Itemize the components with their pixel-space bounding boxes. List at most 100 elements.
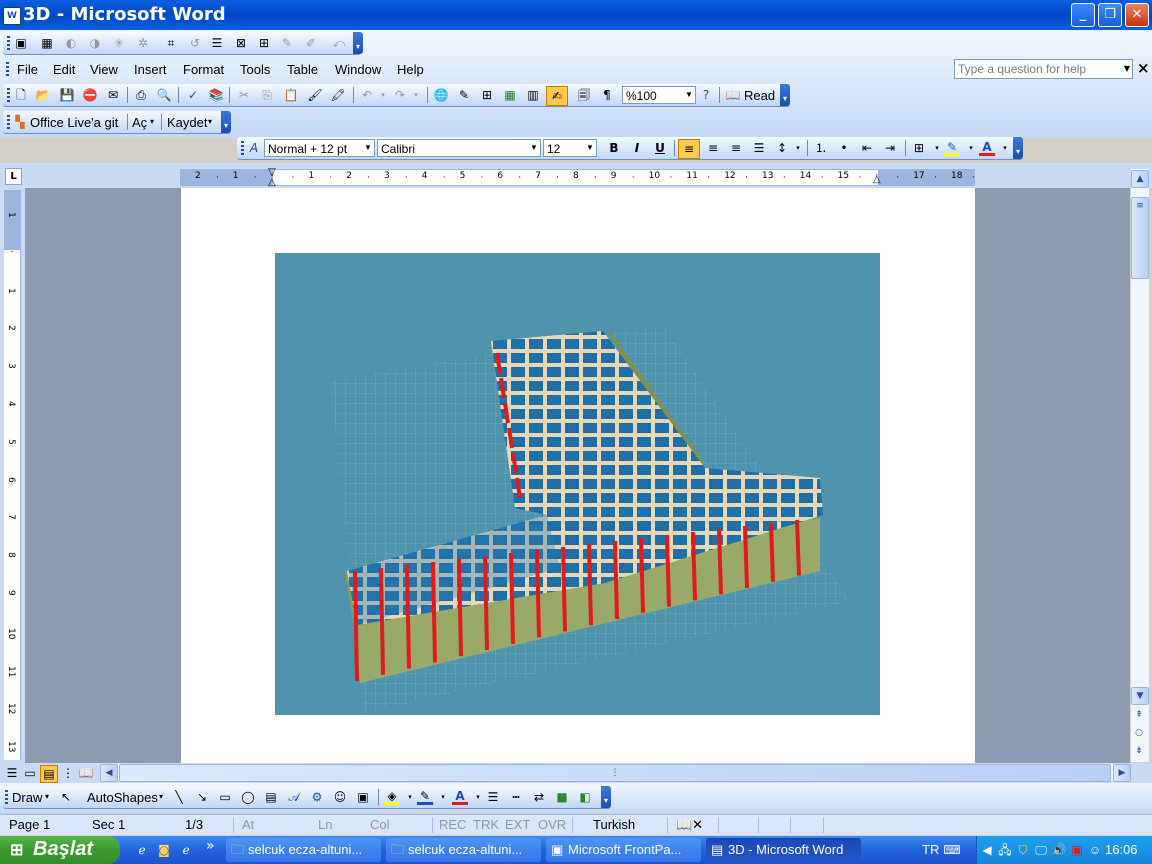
- select-objects-icon[interactable]: ↖: [58, 789, 74, 805]
- status-line[interactable]: Ln: [318, 817, 332, 832]
- line-style-icon[interactable]: ☰: [485, 789, 501, 805]
- menu-grip[interactable]: [6, 62, 9, 76]
- title-bar[interactable]: W 3D - Microsoft Word _ ❐ ✕: [0, 0, 1152, 30]
- align-right-icon[interactable]: ≡: [728, 140, 744, 156]
- scroll-right-icon[interactable]: ▶: [1113, 764, 1131, 782]
- chevron-down-icon[interactable]: ▼: [584, 140, 596, 156]
- previous-page-icon[interactable]: ⇞: [1131, 707, 1147, 723]
- bold-button[interactable]: B: [606, 140, 622, 156]
- chevron-down-icon[interactable]: ▾: [790, 140, 806, 156]
- menu-view[interactable]: View: [90, 62, 118, 77]
- autoshapes-button[interactable]: AutoShapes: [87, 790, 158, 805]
- vertical-ruler[interactable]: 1 · 1 2 3 4 5 6 7 8 9 10 11 12 13: [4, 190, 21, 760]
- bullets-icon[interactable]: •: [836, 140, 852, 156]
- justify-icon[interactable]: ☰: [751, 140, 767, 156]
- status-rec[interactable]: REC: [439, 817, 466, 832]
- underline-button[interactable]: U: [652, 140, 668, 156]
- decrease-indent-icon[interactable]: ⇤: [859, 140, 875, 156]
- toolbar-options-chevron-icon[interactable]: ▾: [221, 111, 231, 133]
- new-document-icon[interactable]: 🗋: [13, 87, 29, 103]
- shadow-style-icon[interactable]: ■: [554, 789, 570, 805]
- numbering-icon[interactable]: ⒈: [813, 140, 829, 156]
- dash-style-icon[interactable]: ┅: [508, 789, 524, 805]
- border-icon[interactable]: ⊞: [911, 140, 927, 156]
- horizontal-ruler[interactable]: 2 · 1 · · · 1 · 2 · 3 · 4 · 5 · 6 · 7 · 8 · 9 · 10 · 11 · 12 · 13 · 14 · 1…: [180, 168, 975, 188]
- security-shield-icon[interactable]: ⛉: [1015, 842, 1031, 858]
- chevron-down-icon[interactable]: ▾: [435, 789, 451, 805]
- select-browse-object-icon[interactable]: ○: [1131, 725, 1147, 741]
- format-painter-icon[interactable]: 🖌: [307, 87, 323, 103]
- chevron-down-icon[interactable]: ▾: [997, 140, 1013, 156]
- messenger-icon[interactable]: ☺: [1087, 842, 1103, 858]
- reading-layout-view-icon[interactable]: 📖: [78, 765, 94, 781]
- spelling-status-icon[interactable]: 📖✕: [676, 817, 703, 833]
- restore-button[interactable]: ❐: [1098, 3, 1122, 27]
- horizontal-scroll-thumb[interactable]: ⋮: [119, 764, 1111, 782]
- quick-launch-app-icon[interactable]: ◙: [156, 842, 172, 858]
- scroll-left-icon[interactable]: ◀: [100, 764, 118, 782]
- print-layout-view-icon[interactable]: ▤: [40, 765, 58, 783]
- quick-launch-browser-icon[interactable]: ℯ: [178, 842, 194, 858]
- menu-window[interactable]: Window: [335, 62, 381, 77]
- taskbar-item-active[interactable]: ▤ 3D - Microsoft Word: [706, 838, 861, 862]
- volume-icon[interactable]: 🔊: [1051, 842, 1067, 858]
- copy-icon[interactable]: ⎘: [259, 87, 275, 103]
- toolbar-options-chevron-icon[interactable]: ▾: [780, 84, 790, 106]
- draw-menu-button[interactable]: Draw: [12, 790, 42, 805]
- toolbar-grip[interactable]: [241, 141, 244, 155]
- taskbar-item[interactable]: ▣ Microsoft FrontPa...: [546, 838, 701, 862]
- clip-art-icon[interactable]: ☺: [332, 789, 348, 805]
- arrow-icon[interactable]: ↘: [194, 789, 210, 805]
- taskbar-item[interactable]: 🗀 selcuk ecza-altuni...: [386, 838, 541, 862]
- scroll-up-icon[interactable]: ▲: [1131, 170, 1149, 188]
- text-wrapping-icon[interactable]: ⊞: [256, 35, 272, 51]
- font-color-icon[interactable]: A: [979, 140, 995, 156]
- start-button[interactable]: ⊞ Başlat: [0, 836, 120, 864]
- insert-excel-icon[interactable]: ▦: [502, 87, 518, 103]
- antivirus-icon[interactable]: ▣: [1069, 842, 1085, 858]
- web-layout-view-icon[interactable]: ▭: [22, 765, 38, 781]
- toolbar-options-chevron-icon[interactable]: ▾: [353, 32, 363, 54]
- line-icon[interactable]: ╲: [171, 789, 187, 805]
- status-ext[interactable]: EXT: [505, 817, 530, 832]
- keyboard-icon[interactable]: ⌨: [943, 842, 960, 858]
- undo-dropdown-icon[interactable]: ▾: [375, 87, 391, 103]
- chevron-down-icon[interactable]: ▾: [929, 140, 945, 156]
- rotate-icon[interactable]: ↺: [187, 35, 203, 51]
- columns-icon[interactable]: ▥: [525, 87, 541, 103]
- help-search-input[interactable]: Type a question for help: [954, 59, 1133, 79]
- toolbar-options-chevron-icon[interactable]: ▾: [1013, 137, 1023, 159]
- read-button[interactable]: Read: [744, 88, 775, 103]
- read-mode-icon[interactable]: 📖: [725, 87, 741, 103]
- styles-icon[interactable]: A: [246, 140, 262, 156]
- save-button[interactable]: Kaydet: [167, 115, 207, 130]
- italic-button[interactable]: I: [629, 140, 645, 156]
- help-icon[interactable]: ?: [698, 87, 714, 103]
- language-indicator[interactable]: TR: [922, 842, 939, 857]
- clock[interactable]: 16:06: [1105, 842, 1138, 857]
- more-brightness-icon[interactable]: ✳: [111, 35, 127, 51]
- normal-view-icon[interactable]: ☰: [4, 765, 20, 781]
- chevron-down-icon[interactable]: ▼: [683, 87, 695, 103]
- menu-insert[interactable]: Insert: [134, 62, 167, 77]
- internet-explorer-icon[interactable]: ℯ: [134, 842, 150, 858]
- compress-icon[interactable]: ⊠: [233, 35, 249, 51]
- 3d-style-icon[interactable]: ◧: [577, 789, 593, 805]
- toolbar-grip[interactable]: [7, 36, 10, 50]
- print-preview-icon[interactable]: 🔍: [156, 87, 172, 103]
- toolbar-grip[interactable]: [5, 790, 8, 804]
- right-indent-marker[interactable]: △: [873, 175, 881, 185]
- format-picture-icon[interactable]: ✎: [279, 35, 295, 51]
- status-column[interactable]: Col: [370, 817, 390, 832]
- style-select[interactable]: Normal + 12 pt ▼: [264, 139, 375, 157]
- reset-picture-icon[interactable]: ⤺: [331, 35, 347, 51]
- open-button[interactable]: Aç: [132, 115, 147, 130]
- status-language[interactable]: Turkish: [593, 817, 635, 832]
- increase-indent-icon[interactable]: ⇥: [882, 140, 898, 156]
- help-dropdown-icon[interactable]: ▼: [1121, 60, 1133, 78]
- insert-table-icon[interactable]: ⊞: [479, 87, 495, 103]
- spelling-icon[interactable]: ✓: [185, 87, 201, 103]
- less-contrast-icon[interactable]: ◑: [87, 35, 103, 51]
- chevron-down-icon[interactable]: ▾: [208, 117, 212, 126]
- align-center-icon[interactable]: ≡: [705, 140, 721, 156]
